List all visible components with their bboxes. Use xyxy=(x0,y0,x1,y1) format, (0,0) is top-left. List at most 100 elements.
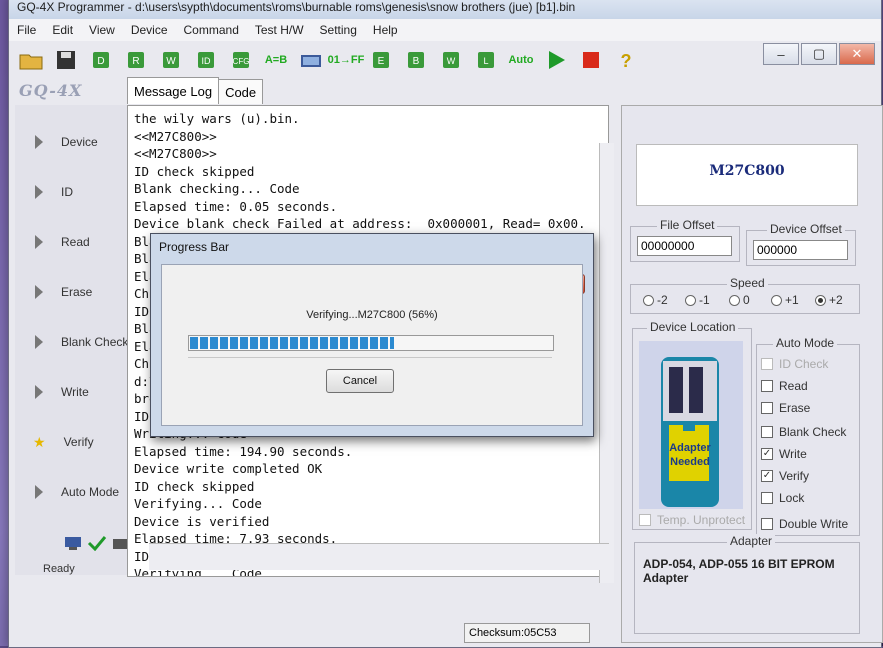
menu-help[interactable]: Help xyxy=(365,23,406,37)
auto-blank-check-checkbox[interactable]: Blank Check xyxy=(761,425,846,439)
lock-button[interactable]: L xyxy=(470,45,502,75)
log-line: Elapsed time: 194.90 seconds. xyxy=(134,443,353,459)
menu-setting[interactable]: Setting xyxy=(312,23,365,37)
sidebar-item-verify[interactable]: ★ Verify xyxy=(21,419,131,465)
chip-blank-icon: B xyxy=(408,52,424,68)
erase-button[interactable]: E xyxy=(365,45,397,75)
tab-message-log[interactable]: Message Log xyxy=(127,77,220,104)
auto-lock-checkbox[interactable]: Lock xyxy=(761,491,804,505)
config-button[interactable]: CFG xyxy=(225,45,257,75)
checkbox-label: Blank Check xyxy=(779,425,847,439)
compare-button[interactable]: A=B xyxy=(260,45,292,75)
radio-dot xyxy=(771,294,782,306)
progress-bar xyxy=(188,335,554,351)
dialog-title: Progress Bar xyxy=(159,240,230,254)
speed-plus2-radio[interactable]: +2 xyxy=(815,293,843,307)
title-bar: GQ-4X Programmer - d:\users\sypth\docume… xyxy=(9,0,881,19)
close-button[interactable]: ✕ xyxy=(839,43,875,65)
run-button[interactable] xyxy=(540,45,572,75)
stop-button[interactable] xyxy=(575,45,607,75)
auto-read-checkbox[interactable]: Read xyxy=(761,379,808,393)
temp-unprotect-label: Temp. Unprotect xyxy=(657,513,746,527)
auto-erase-checkbox[interactable]: Erase xyxy=(761,401,810,415)
radio-dot xyxy=(729,294,740,306)
temp-unprotect-checkbox: Temp. Unprotect xyxy=(639,513,745,527)
question-mark-icon: ? xyxy=(621,51,632,71)
speed-0-radio[interactable]: 0 xyxy=(729,293,750,307)
window-controls: – ▢ ✕ xyxy=(763,43,875,65)
menu-test-hw[interactable]: Test H/W xyxy=(247,23,312,37)
log-line: Device blank check Failed at address: 0x… xyxy=(134,216,586,231)
sidebar-item-erase[interactable]: Erase xyxy=(21,269,131,315)
checkbox-box xyxy=(761,492,773,504)
maximize-button[interactable]: ▢ xyxy=(801,43,837,65)
log-line: ID check skipped xyxy=(134,478,255,494)
file-offset-group: File Offset 00000000 xyxy=(630,218,740,262)
log-line: <<M27C800>> xyxy=(134,128,217,144)
menu-command[interactable]: Command xyxy=(176,23,247,37)
log-vertical-scrollbar[interactable] xyxy=(599,143,614,583)
tab-strip: Message Log Code xyxy=(127,77,264,104)
svg-text:?: ? xyxy=(621,51,632,71)
sidebar-item-blank-check[interactable]: Blank Check xyxy=(21,319,131,365)
read-button[interactable]: R xyxy=(120,45,152,75)
menu-view[interactable]: View xyxy=(81,23,123,37)
double-write-checkbox[interactable]: Double Write xyxy=(761,517,848,531)
svg-text:ID: ID xyxy=(202,56,212,66)
sidebar-item-label: Write xyxy=(61,385,89,399)
open-file-button[interactable] xyxy=(15,45,47,75)
chip-lock-icon: L xyxy=(478,52,494,68)
checkbox-box-checked: ✓ xyxy=(761,448,773,460)
menu-device[interactable]: Device xyxy=(123,23,176,37)
write-button[interactable]: W xyxy=(155,45,187,75)
star-icon: ★ xyxy=(33,433,46,450)
checkbox-label: Double Write xyxy=(779,517,849,531)
auto-verify-checkbox[interactable]: ✓ Verify xyxy=(761,469,809,483)
log-horizontal-scrollbar[interactable] xyxy=(149,543,609,570)
sidebar-item-write[interactable]: Write xyxy=(21,369,131,415)
save-file-button[interactable] xyxy=(50,45,82,75)
chip-name: M27C800 xyxy=(709,163,785,179)
sidebar-item-auto-mode[interactable]: Auto Mode xyxy=(21,469,131,515)
log-line: Device is verified xyxy=(134,513,270,529)
help-button[interactable]: ? xyxy=(610,45,642,75)
dialog-separator xyxy=(188,357,552,358)
device-offset-group: Device Offset 000000 xyxy=(746,222,856,266)
write-verify-button[interactable]: W xyxy=(435,45,467,75)
adapter-group: Adapter ADP-054, ADP-055 16 BIT EPROM Ad… xyxy=(634,534,860,634)
checksum-field: Checksum:05C53 xyxy=(464,623,590,643)
device-offset-field[interactable]: 000000 xyxy=(753,240,848,260)
device-button[interactable]: D xyxy=(85,45,117,75)
auto-write-checkbox[interactable]: ✓ Write xyxy=(761,447,807,461)
file-offset-field[interactable]: 00000000 xyxy=(637,236,732,256)
speed-minus2-radio[interactable]: -2 xyxy=(643,293,668,307)
auto-id-check-checkbox: ID Check xyxy=(761,357,828,371)
checkbox-label: ID Check xyxy=(779,357,829,371)
speed-option-label: 0 xyxy=(743,293,750,307)
auto-button[interactable]: Auto xyxy=(505,45,537,75)
blank-check-button[interactable]: B xyxy=(400,45,432,75)
id-button[interactable]: ID xyxy=(190,45,222,75)
hex-edit-button[interactable] xyxy=(295,45,327,75)
menu-edit[interactable]: Edit xyxy=(44,23,81,37)
radio-dot-selected xyxy=(815,294,826,306)
sidebar-item-id[interactable]: ID xyxy=(21,169,131,215)
menu-file[interactable]: File xyxy=(9,23,44,37)
speed-plus1-radio[interactable]: +1 xyxy=(771,293,799,307)
tab-code[interactable]: Code xyxy=(218,79,264,104)
svg-text:L: L xyxy=(483,56,488,66)
adapter-illustration: Adapter Needed xyxy=(639,341,743,509)
cancel-button[interactable]: Cancel xyxy=(326,369,394,393)
fill-button[interactable]: 01→FF xyxy=(328,45,365,75)
speed-group: Speed -2 -1 0 +1 +2 xyxy=(630,276,860,314)
sidebar-item-device[interactable]: Device xyxy=(21,119,131,165)
sidebar-item-read[interactable]: Read xyxy=(21,219,131,265)
chip-display[interactable]: M27C800 xyxy=(636,144,858,206)
play-icon xyxy=(549,51,565,69)
speed-minus1-radio[interactable]: -1 xyxy=(685,293,710,307)
chip-erase-icon: E xyxy=(373,52,389,68)
svg-text:B: B xyxy=(413,56,420,67)
dialog-body: Verifying...M27C800 (56%) Cancel xyxy=(161,264,583,426)
sidebar-item-label: Auto Mode xyxy=(61,485,120,499)
minimize-button[interactable]: – xyxy=(763,43,799,65)
